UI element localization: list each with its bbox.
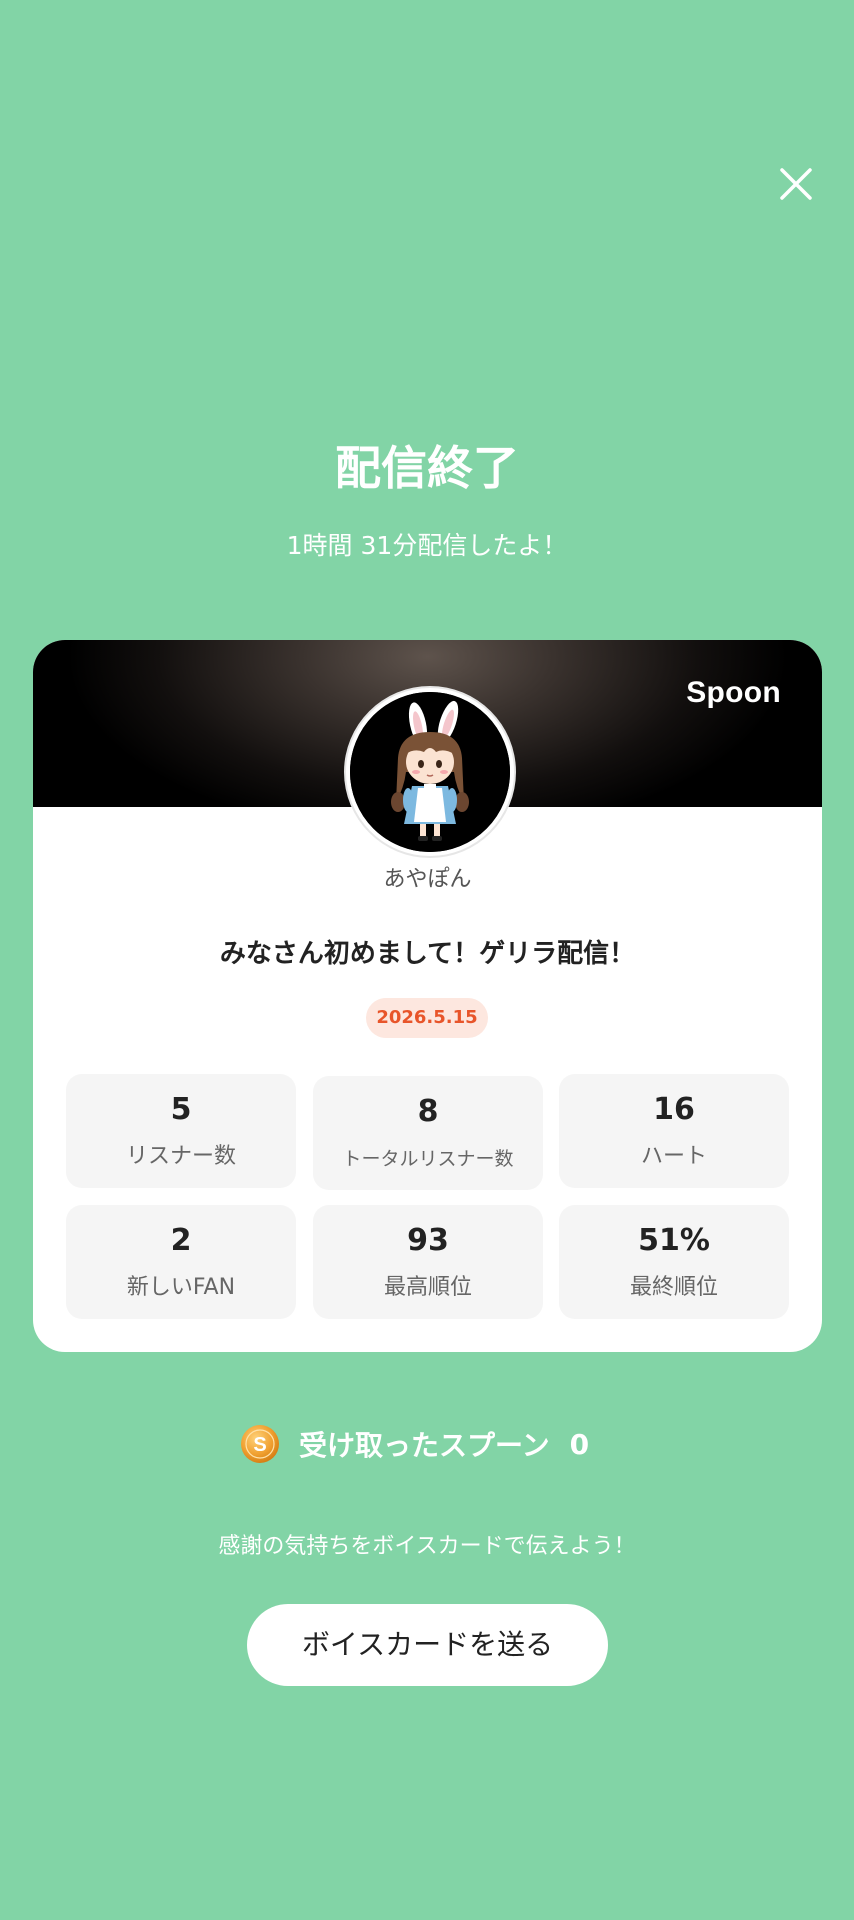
spoons-count: 0 (569, 1427, 590, 1461)
close-button[interactable] (772, 160, 820, 208)
spoons-label: 受け取ったスプーン (299, 1429, 550, 1462)
date-badge: 2026.5.15 (366, 998, 488, 1038)
stat-label: 最高順位 (383, 1275, 472, 1300)
broadcast-summary-card: Spoon あやぽん みなさん初めまして！ゲリラ配信！ 2026.5.15 5 … (33, 640, 822, 1352)
stat-label: 新しいFAN (126, 1275, 236, 1300)
stat-value: 16 (653, 1092, 695, 1127)
stat-listeners: 5 リスナー数 (66, 1074, 296, 1188)
stat-value: 8 (417, 1094, 439, 1129)
username: あやぽん (383, 867, 472, 892)
received-spoons: S 受け取ったスプーン 0 (240, 1424, 589, 1464)
stat-label: トータルリスナー数 (342, 1148, 514, 1170)
coin-letter: S (253, 1434, 266, 1456)
voice-card-message: 感謝の気持ちをボイスカードで伝えよう！ (218, 1534, 636, 1559)
avatar (346, 688, 514, 856)
stat-hearts: 16 ハート (559, 1074, 789, 1188)
stat-final-rank: 51% 最終順位 (559, 1205, 789, 1319)
stat-label: リスナー数 (125, 1144, 236, 1169)
send-voice-card-button[interactable]: ボイスカードを送る (247, 1604, 608, 1686)
close-icon (780, 168, 812, 200)
stat-value: 93 (407, 1223, 449, 1258)
stream-title: みなさん初めまして！ゲリラ配信！ (219, 939, 636, 969)
stat-total-listeners: 8 トータルリスナー数 (313, 1076, 543, 1190)
stat-new-fans: 2 新しいFAN (66, 1205, 296, 1319)
stat-highest-rank: 93 最高順位 (313, 1205, 543, 1319)
broadcast-duration: 1時間 31分配信したよ！ (286, 531, 568, 560)
avatar-bunny-girl-icon (350, 692, 510, 852)
stat-value: 5 (170, 1092, 192, 1127)
stat-value: 2 (170, 1223, 192, 1258)
stat-value: 51% (638, 1223, 710, 1258)
stat-label: ハート (640, 1144, 707, 1169)
coin-icon: S (241, 1425, 279, 1463)
brand-logo: Spoon (686, 676, 781, 709)
stat-label: 最終順位 (629, 1275, 718, 1300)
page-title: 配信終了 (335, 441, 519, 495)
